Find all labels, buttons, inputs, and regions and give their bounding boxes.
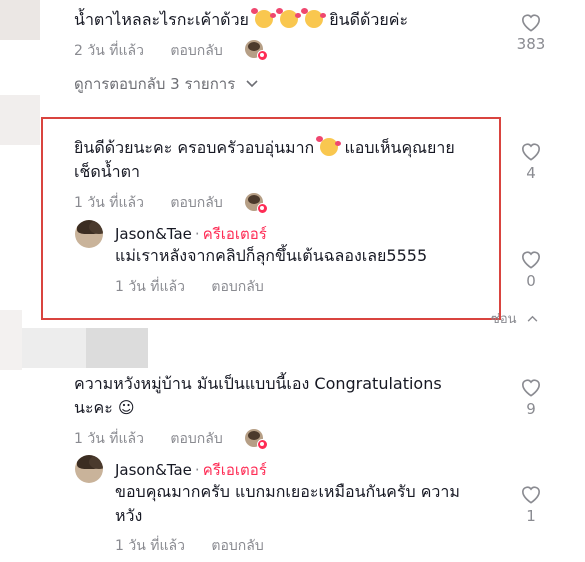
chevron-up-icon [527,315,538,322]
heart-icon [521,143,541,161]
comment-text-line-2: นะคะ ☺ [74,398,135,417]
reply-button[interactable]: ตอบกลับ [170,43,222,59]
comment-text: ความหวังหมู่บ้าน มันเป็นแบบนี้เอง Congra… [74,374,442,393]
author-name[interactable]: Jason&Tae [115,225,192,243]
heart-icon [521,486,541,504]
smiling-face-with-hearts-emoji [276,8,302,28]
like-button[interactable]: 4 [511,141,551,182]
like-count: 383 [516,35,546,53]
comment-meta: 2 วัน ที่แล้ว ตอบกลับ [74,40,223,62]
reply-meta: 1 วัน ที่แล้ว ตอบกลับ [115,535,264,557]
like-button[interactable]: 9 [511,377,551,418]
creator-avatar[interactable] [75,455,103,483]
like-count: 9 [526,400,536,418]
heart-badge-icon [257,203,268,214]
blurred-avatar-area [86,328,148,368]
blurred-avatar-area [0,310,22,370]
hide-replies-label: ซ่อน [491,312,517,327]
comment-time: 1 วัน ที่แล้ว [74,431,144,447]
like-button[interactable]: 1 [511,484,551,525]
author-name[interactable]: Jason&Tae [115,461,192,479]
smiling-face-with-hearts-emoji [316,136,342,156]
comment-text: ยินดีด้วยนะคะ ครอบครัวอบอุ่นมาก แอบเห็นค… [74,136,455,157]
like-count: 0 [526,272,536,290]
reply-button[interactable]: ตอบกลับ [170,195,222,211]
creator-badge: ครีเอเตอร์ [202,461,267,479]
reply-button[interactable]: ตอบกลับ [211,279,263,295]
reply-author: Jason&Tae · ครีเอเตอร์ [115,225,267,243]
reply-text-line-2: หวัง [115,506,143,525]
blurred-avatar-area [0,0,40,40]
heart-icon [521,379,541,397]
comment-meta: 1 วัน ที่แล้ว ตอบกลับ [74,428,223,450]
reply-text: แม่เราหลังจากคลิปก็ลุกขึ้นเต้นฉลองเลย555… [115,246,428,265]
hide-replies-button[interactable]: ซ่อน [491,308,538,329]
creator-avatar[interactable] [75,220,103,248]
chevron-down-icon [246,80,258,88]
reply-author: Jason&Tae · ครีเอเตอร์ [115,461,267,479]
view-replies-button[interactable]: ดูการตอบกลับ 3 รายการ [74,72,258,96]
smiling-face-with-hearts-emoji [301,8,327,28]
creator-badge: ครีเอเตอร์ [202,225,267,243]
heart-icon [521,251,541,269]
creator-liked-avatar [245,193,268,214]
reply-text: ขอบคุณมากครับ แบกมกเยอะเหมือนกันครับ ควา… [115,482,460,501]
reply-time: 1 วัน ที่แล้ว [115,538,185,554]
blurred-avatar-area [0,95,40,145]
smiling-face-with-hearts-emoji [251,8,277,28]
comment-text-line-2: เช็ดน้ำตา [74,162,141,181]
comment-text: น้ำตาไหลละไรกะเค้าด้วย ยินดีด้วยค่ะ [74,8,409,29]
reply-button[interactable]: ตอบกลับ [170,431,222,447]
reply-time: 1 วัน ที่แล้ว [115,279,185,295]
heart-icon [521,14,541,32]
reply-button[interactable]: ตอบกลับ [211,538,263,554]
creator-liked-avatar [245,40,268,61]
heart-badge-icon [257,439,268,450]
like-count: 4 [526,164,536,182]
view-replies-label: ดูการตอบกลับ 3 รายการ [74,75,236,93]
like-count: 1 [526,507,536,525]
comment-time: 1 วัน ที่แล้ว [74,195,144,211]
blurred-avatar-area [22,328,86,368]
comment-meta: 1 วัน ที่แล้ว ตอบกลับ [74,192,223,214]
creator-liked-avatar [245,429,268,450]
reply-meta: 1 วัน ที่แล้ว ตอบกลับ [115,276,264,298]
comment-time: 2 วัน ที่แล้ว [74,43,144,59]
heart-badge-icon [257,50,268,61]
like-button[interactable]: 383 [511,12,551,53]
like-button[interactable]: 0 [511,249,551,290]
